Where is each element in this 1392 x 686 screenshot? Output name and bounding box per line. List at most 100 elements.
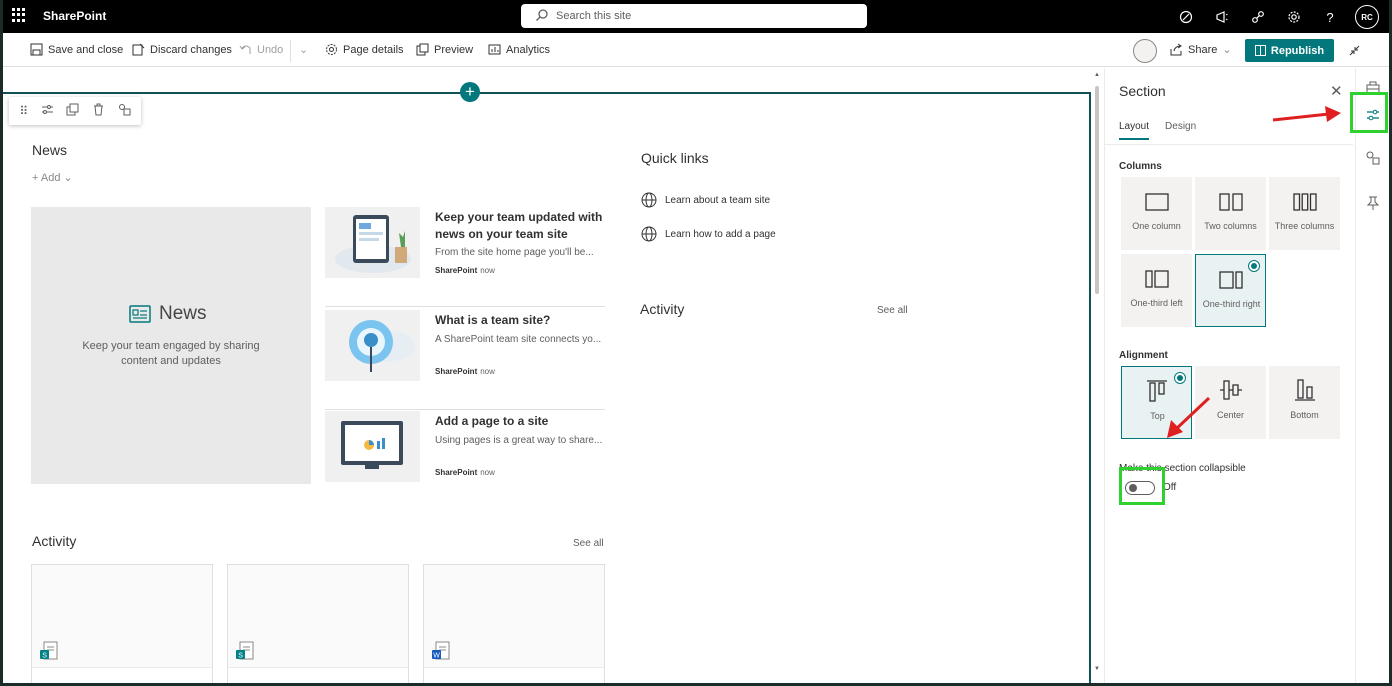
edit-section-icon[interactable] <box>41 103 54 119</box>
settings-gear-icon[interactable] <box>1283 6 1305 28</box>
option-label: Three columns <box>1274 221 1335 231</box>
app-launcher-icon[interactable] <box>12 8 26 22</box>
scroll-down-icon[interactable]: ▼ <box>1094 666 1100 672</box>
svg-text:S: S <box>42 653 47 660</box>
megaphone-icon[interactable] <box>1211 6 1233 28</box>
republish-button[interactable]: Republish <box>1245 39 1334 62</box>
collapse-icon[interactable] <box>1348 44 1361 57</box>
undo-button[interactable]: Undo <box>239 43 283 56</box>
brand-label[interactable]: SharePoint <box>43 9 106 23</box>
news-item-title[interactable]: Add a page to a site <box>435 413 603 430</box>
see-all-link-right[interactable]: See all <box>877 305 908 316</box>
help-icon[interactable]: ? <box>1319 6 1341 28</box>
annotation-arrow-right-icon <box>1272 106 1341 122</box>
save-close-label: Save and close <box>48 43 124 56</box>
option-label: One-third left <box>1130 298 1183 308</box>
drag-handle-icon[interactable]: ⠿ <box>19 104 28 118</box>
republish-label: Republish <box>1270 44 1325 57</box>
design-ideas-rail-icon[interactable] <box>1365 150 1381 166</box>
layout-one-third-left[interactable]: One-third left <box>1121 254 1192 327</box>
undo-dropdown-chevron-icon[interactable]: ⌄ <box>299 43 308 56</box>
page-details-button[interactable]: Page details <box>325 43 404 56</box>
save-close-button[interactable]: Save and close <box>30 43 123 56</box>
user-avatar[interactable]: RC <box>1355 5 1379 29</box>
preview-button[interactable]: Preview <box>416 43 473 56</box>
tab-design[interactable]: Design <box>1165 121 1196 140</box>
annotation-highlight-toggle <box>1119 467 1165 505</box>
undo-label: Undo <box>257 43 284 56</box>
alignment-label: Alignment <box>1119 350 1168 361</box>
scroll-up-icon[interactable]: ▲ <box>1094 72 1100 78</box>
news-item[interactable]: What is a team site? A SharePoint team s… <box>325 310 605 410</box>
page-canvas: + ⠿ News + Add ⌄ News Keep your team eng <box>3 68 1091 683</box>
see-all-link[interactable]: See all <box>573 538 604 549</box>
activity-card[interactable]: S <box>31 564 213 683</box>
news-hero-placeholder[interactable]: News Keep your team engaged by sharing c… <box>31 207 311 484</box>
delete-icon[interactable] <box>92 103 105 119</box>
discard-changes-button[interactable]: Discard changes <box>132 43 232 56</box>
news-item-meta: SharePoint now <box>435 468 495 477</box>
analytics-label: Analytics <box>506 43 551 56</box>
duplicate-icon[interactable] <box>66 103 79 119</box>
activity-card[interactable]: W <box>423 564 605 683</box>
news-item[interactable]: Keep your team updated with news on your… <box>325 207 605 307</box>
news-item-title[interactable]: What is a team site? <box>435 312 603 329</box>
activity-card-footer <box>228 667 408 683</box>
discard-label: Discard changes <box>150 43 232 56</box>
align-bottom[interactable]: Bottom <box>1269 366 1340 439</box>
search-box[interactable]: Search this site <box>521 4 867 28</box>
activity-card-footer <box>424 667 604 683</box>
quick-link[interactable]: Learn about a team site <box>641 192 770 208</box>
svg-text:S: S <box>238 653 243 660</box>
share-network-icon[interactable] <box>1247 6 1269 28</box>
preview-label: Preview <box>434 43 474 56</box>
preview-icon <box>416 43 429 56</box>
tab-layout[interactable]: Layout <box>1119 121 1150 140</box>
add-section-button[interactable]: + <box>460 82 480 102</box>
annotation-arrow-down-icon <box>1167 396 1211 438</box>
quick-links-heading: Quick links <box>641 150 709 166</box>
design-ideas-icon[interactable] <box>118 103 131 119</box>
layout-one-column[interactable]: One column <box>1121 177 1192 250</box>
news-item-title[interactable]: Keep your team updated with news on your… <box>435 209 603 243</box>
quick-link-label: Learn about a team site <box>665 194 771 206</box>
align-bottom-icon <box>1294 379 1315 401</box>
page-author-avatar[interactable] <box>1133 39 1157 63</box>
toolbar-divider <box>290 40 291 62</box>
layout-one-third-right[interactable]: One-third right <box>1195 254 1266 327</box>
news-item[interactable]: Add a page to a site Using pages is a gr… <box>325 411 605 511</box>
annotation-highlight-settings <box>1350 92 1388 133</box>
news-item-time: now <box>480 367 495 376</box>
news-hero-title-text: News <box>159 303 207 324</box>
news-heading: News <box>32 142 68 158</box>
align-center-icon <box>1219 380 1242 400</box>
layout-three-columns[interactable]: Three columns <box>1269 177 1340 250</box>
scrollbar-thumb[interactable] <box>1095 86 1099 294</box>
sharepoint-file-icon: S <box>236 641 254 660</box>
pin-icon[interactable] <box>1365 195 1381 211</box>
command-bar: Save and close Discard changes Undo ⌄ Pa… <box>3 33 1389 67</box>
search-placeholder: Search this site <box>556 10 632 22</box>
activity-card[interactable]: S <box>227 564 409 683</box>
pane-title: Section <box>1119 83 1166 99</box>
news-item-summary: From the site home page you'll be... <box>435 247 594 258</box>
add-news-button[interactable]: + Add ⌄ <box>32 171 73 184</box>
canvas-scrollbar[interactable]: ▲ ▼ <box>1093 68 1101 683</box>
analytics-button[interactable]: Analytics <box>488 43 550 56</box>
option-label: One-third right <box>1202 299 1261 309</box>
activity-card-footer <box>32 667 212 683</box>
news-hero-title: News <box>129 303 207 325</box>
pane-tabs: Layout Design <box>1119 121 1196 140</box>
quick-link[interactable]: Learn how to add a page <box>641 226 776 242</box>
sync-icon[interactable] <box>1175 6 1197 28</box>
one-column-icon <box>1144 193 1169 211</box>
right-toolbox-rail <box>1355 68 1389 683</box>
share-button[interactable]: Share ⌄ <box>1170 43 1232 56</box>
news-thumbnail-tablet <box>325 207 420 278</box>
layout-two-columns[interactable]: Two columns <box>1195 177 1266 250</box>
section-property-pane: Section ✕ Layout Design Columns One colu… <box>1104 68 1353 683</box>
close-icon[interactable]: ✕ <box>1330 82 1343 100</box>
option-label: Two columns <box>1204 221 1257 231</box>
app-frame: SharePoint Search this site ? RC Save an… <box>3 0 1389 683</box>
news-item-summary: Using pages is a great way to share... <box>435 435 603 446</box>
